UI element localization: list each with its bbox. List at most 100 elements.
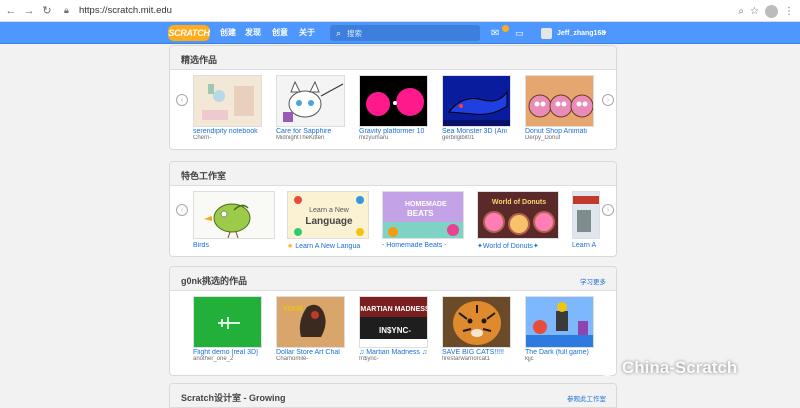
- studio-card[interactable]: HOMEMADE BEATS - Homemade Beats -: [382, 191, 466, 249]
- project-thumbnail[interactable]: [276, 75, 345, 127]
- studio-title[interactable]: - Homemade Beats -: [382, 242, 466, 249]
- project-author[interactable]: Chamomile-: [276, 356, 348, 362]
- project-title[interactable]: The Dark (full game): [525, 349, 597, 356]
- studio-card[interactable]: Learn a New Language ★ Learn A New Langu…: [287, 191, 371, 250]
- project-card[interactable]: serendipity notebook Cherri-: [193, 75, 265, 141]
- box-title: Scratch设计室 - Growing: [181, 393, 286, 403]
- project-card[interactable]: Donut Shop Animati Derpy_Donut: [525, 75, 597, 141]
- user-avatar[interactable]: [541, 28, 552, 39]
- chevron-down-icon[interactable]: ▾: [603, 29, 607, 37]
- donuts-art-text: World of Donuts: [492, 199, 546, 206]
- cat-thumbnail-art: [277, 76, 344, 126]
- project-author[interactable]: Cherri-: [193, 135, 265, 141]
- bookmark-star-icon[interactable]: ☆: [750, 6, 759, 17]
- project-thumbnail[interactable]: [525, 75, 594, 127]
- visit-studio-link[interactable]: 参观此工作室: [567, 393, 606, 403]
- search-input[interactable]: [347, 28, 468, 38]
- project-author[interactable]: kjjc: [525, 356, 597, 362]
- project-author[interactable]: mizyumaru: [359, 135, 431, 141]
- project-card[interactable]: YOUR Dollar Store Art Chal Chamomile-: [276, 296, 348, 362]
- nav-ideas[interactable]: 创意: [272, 27, 288, 38]
- studio-title[interactable]: ★ Learn A New Langua: [287, 242, 371, 250]
- nav-create[interactable]: 创建: [220, 27, 236, 38]
- reload-icon[interactable]: ↻: [38, 0, 56, 22]
- language-art-text-2: Language: [305, 216, 353, 227]
- username[interactable]: Jeff_zhang168: [557, 30, 605, 37]
- project-card[interactable]: SAVE BIG CATS!!!!! firestarwarriorcat1: [442, 296, 514, 362]
- studio-card[interactable]: Birds: [193, 191, 277, 249]
- carousel-next-icon[interactable]: ›: [602, 204, 614, 216]
- project-author[interactable]: Derpy_Donut: [525, 135, 597, 141]
- tiger-thumbnail-art: [443, 297, 510, 347]
- martian-thumbnail-art: MARTIAN MADNESS IN$YNC-: [360, 297, 428, 347]
- project-title[interactable]: SAVE BIG CATS!!!!!: [442, 349, 514, 356]
- project-title[interactable]: serendipity notebook: [193, 128, 265, 135]
- featured-projects-box: 精选作品 ‹ › serendipity notebook Cherri- Ca…: [169, 45, 617, 150]
- studio-card[interactable]: Learn A: [572, 191, 600, 249]
- messages-icon[interactable]: ✉: [491, 28, 499, 39]
- project-thumbnail[interactable]: MARTIAN MADNESS IN$YNC-: [359, 296, 428, 348]
- project-card[interactable]: Flight demo [real 3D] another_one_2: [193, 296, 265, 362]
- project-thumbnail[interactable]: [442, 296, 511, 348]
- martian-art-text-1: MARTIAN MADNESS: [360, 306, 428, 313]
- browser-profile-avatar[interactable]: [765, 4, 778, 18]
- nav-about[interactable]: 关于: [299, 27, 315, 38]
- box-title: g0nk挑选的作品: [181, 276, 248, 286]
- project-thumbnail[interactable]: [359, 75, 428, 127]
- studio-thumbnail[interactable]: [193, 191, 275, 239]
- studio-thumbnail[interactable]: [572, 191, 600, 239]
- project-thumbnail[interactable]: [193, 75, 262, 127]
- learn-more-link[interactable]: 学习更多: [580, 276, 606, 286]
- project-thumbnail[interactable]: [442, 75, 511, 127]
- project-card[interactable]: Sea Monster 3D (Ani gerbilgibit01: [442, 75, 514, 141]
- project-thumbnail[interactable]: [193, 296, 262, 348]
- my-stuff-folder-icon[interactable]: ▭: [515, 28, 524, 39]
- box-title: 特色工作室: [181, 171, 227, 181]
- project-card[interactable]: Gravity platformer 10 mizyumaru: [359, 75, 431, 141]
- project-title[interactable]: Sea Monster 3D (Ani: [442, 128, 514, 135]
- studio-title[interactable]: Birds: [193, 242, 277, 249]
- forward-icon[interactable]: →: [20, 0, 38, 22]
- nav-explore[interactable]: 发现: [245, 27, 261, 38]
- project-title[interactable]: ♫ Martian Madness ♫: [359, 349, 431, 356]
- studio-title[interactable]: Learn A: [572, 242, 600, 249]
- project-title[interactable]: Dollar Store Art Chal: [276, 349, 348, 356]
- box-header: 特色工作室: [170, 162, 616, 186]
- star-icon: ★: [287, 243, 296, 250]
- studio-thumbnail[interactable]: Learn a New Language: [287, 191, 369, 239]
- studio-title[interactable]: ✦World of Donuts✦: [477, 242, 561, 250]
- project-author[interactable]: MidnightTheKitten: [276, 135, 348, 141]
- curator-picks-box: g0nk挑选的作品 学习更多 Flight demo [real 3D] ano…: [169, 266, 617, 376]
- project-card[interactable]: Care for Sapphire MidnightTheKitten: [276, 75, 348, 141]
- back-icon[interactable]: ←: [2, 0, 20, 22]
- bird-thumbnail-art: [194, 192, 274, 238]
- project-title[interactable]: Care for Sapphire: [276, 128, 348, 135]
- project-title[interactable]: Gravity platformer 10: [359, 128, 431, 135]
- studio-thumbnail[interactable]: World of Donuts: [477, 191, 559, 239]
- browser-toolbar: ← → ↻ 🔒︎ https://scratch.mit.edu ⌕ ☆ ⋮: [0, 0, 800, 22]
- messages-badge: [502, 25, 509, 32]
- address-bar[interactable]: https://scratch.mit.edu: [79, 5, 172, 16]
- carousel-prev-icon[interactable]: ‹: [176, 204, 188, 216]
- studio-card[interactable]: World of Donuts ✦World of Donuts✦: [477, 191, 561, 250]
- studio-title-text: Learn A New Langua: [295, 243, 361, 250]
- carousel-prev-icon[interactable]: ‹: [176, 94, 188, 106]
- browser-menu-icon[interactable]: ⋮: [784, 6, 794, 17]
- beats-art-text-2: BEATS: [407, 209, 434, 218]
- studio-thumbnail[interactable]: HOMEMADE BEATS: [382, 191, 464, 239]
- project-thumbnail[interactable]: [525, 296, 594, 348]
- project-author[interactable]: firestarwarriorcat1: [442, 356, 514, 362]
- project-card[interactable]: The Dark (full game) kjjc: [525, 296, 597, 362]
- project-title[interactable]: Flight demo [real 3D]: [193, 349, 265, 356]
- project-thumbnail[interactable]: YOUR: [276, 296, 345, 348]
- project-author[interactable]: another_one_2: [193, 356, 265, 362]
- project-card[interactable]: MARTIAN MADNESS IN$YNC- ♫ Martian Madnes…: [359, 296, 431, 362]
- scratch-logo[interactable]: SCRATCH: [168, 25, 210, 41]
- project-author[interactable]: In$ync-: [359, 356, 431, 362]
- carousel-next-icon[interactable]: ›: [602, 94, 614, 106]
- project-title[interactable]: Donut Shop Animati: [525, 128, 597, 135]
- search-box: ⌕: [330, 25, 480, 41]
- zoom-icon[interactable]: ⌕: [738, 6, 744, 17]
- project-author[interactable]: gerbilgibit01: [442, 135, 514, 141]
- featured-studios-box: 特色工作室 ‹ › Birds Learn a New Language ★ L…: [169, 161, 617, 257]
